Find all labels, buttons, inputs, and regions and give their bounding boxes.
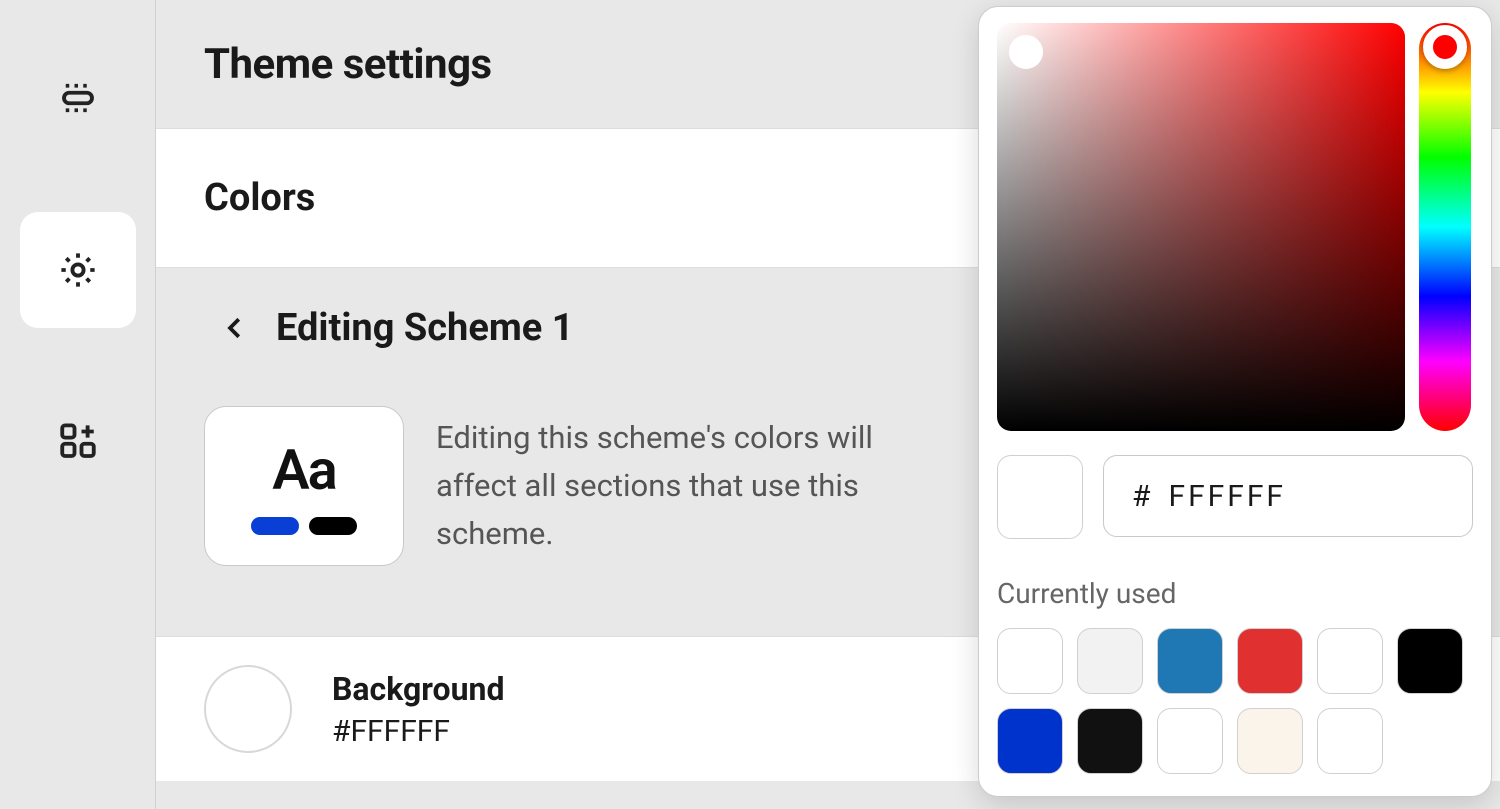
- sections-icon: [57, 77, 99, 119]
- gear-icon: [57, 249, 99, 291]
- currently-used-grid: [997, 628, 1473, 774]
- hex-hash-label: #: [1132, 479, 1150, 514]
- accent-pill: [309, 517, 357, 535]
- hue-slider-handle[interactable]: [1423, 25, 1467, 69]
- used-color-swatch[interactable]: [1077, 628, 1143, 694]
- page-title: Theme settings: [204, 40, 492, 89]
- used-color-swatch[interactable]: [1317, 708, 1383, 774]
- color-picker-popover: # FFFFFF Currently used: [978, 6, 1492, 797]
- colors-section-title: Colors: [204, 176, 315, 220]
- accent-pill: [251, 517, 299, 535]
- used-color-swatch[interactable]: [1397, 628, 1463, 694]
- used-color-swatch[interactable]: [1237, 628, 1303, 694]
- app-blocks-icon: [57, 421, 99, 463]
- hex-input[interactable]: # FFFFFF: [1103, 455, 1473, 537]
- apps-nav-button[interactable]: [20, 384, 136, 500]
- left-icon-rail: [0, 0, 156, 809]
- used-color-swatch[interactable]: [1317, 628, 1383, 694]
- used-color-swatch[interactable]: [997, 708, 1063, 774]
- sections-nav-button[interactable]: [20, 40, 136, 156]
- used-color-swatch[interactable]: [997, 628, 1063, 694]
- back-button[interactable]: [220, 313, 250, 343]
- used-color-swatch[interactable]: [1157, 628, 1223, 694]
- hue-slider[interactable]: [1419, 23, 1471, 431]
- scheme-description: Editing this scheme's colors will affect…: [436, 414, 936, 558]
- scheme-preview-card: Aa: [204, 406, 404, 566]
- used-color-swatch[interactable]: [1237, 708, 1303, 774]
- background-swatch[interactable]: [204, 665, 292, 753]
- scheme-accent-pills: [251, 517, 357, 535]
- current-color-swatch[interactable]: [997, 455, 1083, 539]
- background-label: Background: [332, 670, 504, 708]
- scheme-sample-text: Aa: [272, 437, 335, 503]
- theme-settings-nav-button[interactable]: [20, 212, 136, 328]
- used-color-swatch[interactable]: [1157, 708, 1223, 774]
- hex-value: FFFFFF: [1168, 479, 1286, 514]
- saturation-value-field[interactable]: [997, 23, 1405, 431]
- currently-used-label: Currently used: [997, 577, 1473, 610]
- background-value: #FFFFFF: [332, 714, 504, 749]
- breadcrumb-title: Editing Scheme 1: [276, 306, 574, 350]
- used-color-swatch[interactable]: [1077, 708, 1143, 774]
